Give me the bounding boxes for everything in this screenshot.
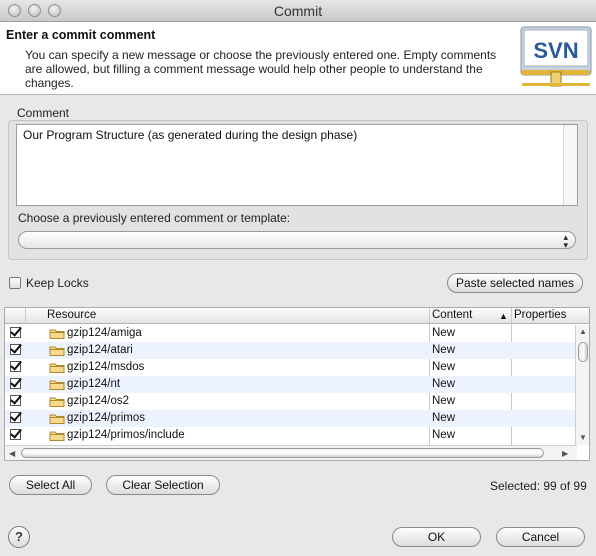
- row-content: New: [432, 344, 456, 356]
- column-divider: [25, 308, 26, 324]
- updown-arrows-icon: ▴ ▾: [563, 232, 568, 250]
- column-header-resource[interactable]: Resource: [47, 309, 96, 321]
- folder-icon: [49, 329, 65, 339]
- table-row[interactable]: gzip124/primos/include New: [5, 427, 577, 444]
- paste-selected-names-button[interactable]: Paste selected names: [447, 273, 583, 293]
- row-content: New: [432, 395, 456, 407]
- svn-logo-text: SVN: [533, 38, 578, 63]
- template-dropdown[interactable]: ▴ ▾: [18, 231, 576, 250]
- window-title: Commit: [273, 3, 323, 19]
- row-checkbox[interactable]: [10, 361, 21, 372]
- table-vertical-scrollbar[interactable]: ▲ ▼: [575, 325, 589, 445]
- header-description: You can specify a new message or choose …: [25, 48, 497, 90]
- row-checkbox[interactable]: [10, 429, 21, 440]
- row-resource: gzip124/atari: [67, 344, 133, 356]
- vertical-scroll-thumb[interactable]: [578, 342, 588, 362]
- row-resource: gzip124/amiga: [67, 327, 142, 339]
- svn-logo-icon: SVN: [520, 26, 592, 87]
- row-content: New: [432, 412, 456, 424]
- table-header: Resource Content ▲ Properties: [5, 308, 589, 324]
- table-row[interactable]: gzip124/atari New: [5, 342, 577, 359]
- comment-textarea[interactable]: Our Program Structure (as generated duri…: [16, 124, 578, 206]
- select-all-button[interactable]: Select All: [9, 475, 92, 495]
- keep-locks-label: Keep Locks: [26, 276, 89, 290]
- row-resource: gzip124/primos: [67, 412, 145, 424]
- clear-selection-button[interactable]: Clear Selection: [106, 475, 220, 495]
- table-row[interactable]: gzip124/msdos New: [5, 359, 577, 376]
- scroll-left-arrow-icon[interactable]: ◀: [9, 449, 15, 458]
- row-content: New: [432, 429, 456, 441]
- row-resource: gzip124/primos/include: [67, 429, 185, 441]
- column-header-properties[interactable]: Properties: [514, 309, 566, 321]
- folder-icon: [49, 397, 65, 407]
- folder-icon: [49, 363, 65, 373]
- sort-ascending-icon: ▲: [499, 311, 508, 321]
- row-content: New: [432, 327, 456, 339]
- comment-text: Our Program Structure (as generated duri…: [23, 128, 358, 142]
- folder-icon: [49, 431, 65, 441]
- row-checkbox[interactable]: [10, 395, 21, 406]
- folder-icon: [49, 346, 65, 356]
- row-content: New: [432, 378, 456, 390]
- help-icon[interactable]: ?: [8, 526, 30, 548]
- table-row[interactable]: gzip124/nt New: [5, 376, 577, 393]
- column-header-content[interactable]: Content: [432, 309, 472, 321]
- row-resource: gzip124/msdos: [67, 361, 145, 373]
- row-content: New: [432, 361, 456, 373]
- row-checkbox[interactable]: [10, 327, 21, 338]
- window-titlebar: Commit: [0, 0, 596, 22]
- table-row[interactable]: gzip124/os2 New: [5, 393, 577, 410]
- comment-scrollbar[interactable]: [563, 125, 577, 205]
- row-resource: gzip124/os2: [67, 395, 130, 407]
- horizontal-scroll-thumb[interactable]: [21, 448, 544, 458]
- selection-status: Selected: 99 of 99: [490, 479, 587, 493]
- folder-icon: [49, 414, 65, 424]
- table-row[interactable]: gzip124/primos New: [5, 410, 577, 427]
- header-title: Enter a commit comment: [6, 28, 156, 42]
- table-row[interactable]: gzip124/amiga New: [5, 325, 577, 342]
- cancel-button[interactable]: Cancel: [496, 527, 585, 547]
- scroll-down-arrow-icon[interactable]: ▼: [579, 433, 587, 442]
- scroll-up-arrow-icon[interactable]: ▲: [579, 327, 587, 336]
- scroll-right-arrow-icon[interactable]: ▶: [562, 449, 568, 458]
- comment-group-label: Comment: [17, 106, 70, 120]
- resources-table: Resource Content ▲ Properties gzip124/am…: [4, 307, 590, 461]
- ok-button[interactable]: OK: [392, 527, 481, 547]
- template-label: Choose a previously entered comment or t…: [18, 211, 291, 225]
- folder-icon: [49, 380, 65, 390]
- keep-locks-checkbox[interactable]: [9, 277, 21, 289]
- table-horizontal-scrollbar[interactable]: ◀ ▶: [5, 445, 577, 460]
- row-resource: gzip124/nt: [67, 378, 121, 390]
- dialog-header: Enter a commit comment You can specify a…: [0, 22, 596, 95]
- row-checkbox[interactable]: [10, 412, 21, 423]
- row-checkbox[interactable]: [10, 378, 21, 389]
- row-checkbox[interactable]: [10, 344, 21, 355]
